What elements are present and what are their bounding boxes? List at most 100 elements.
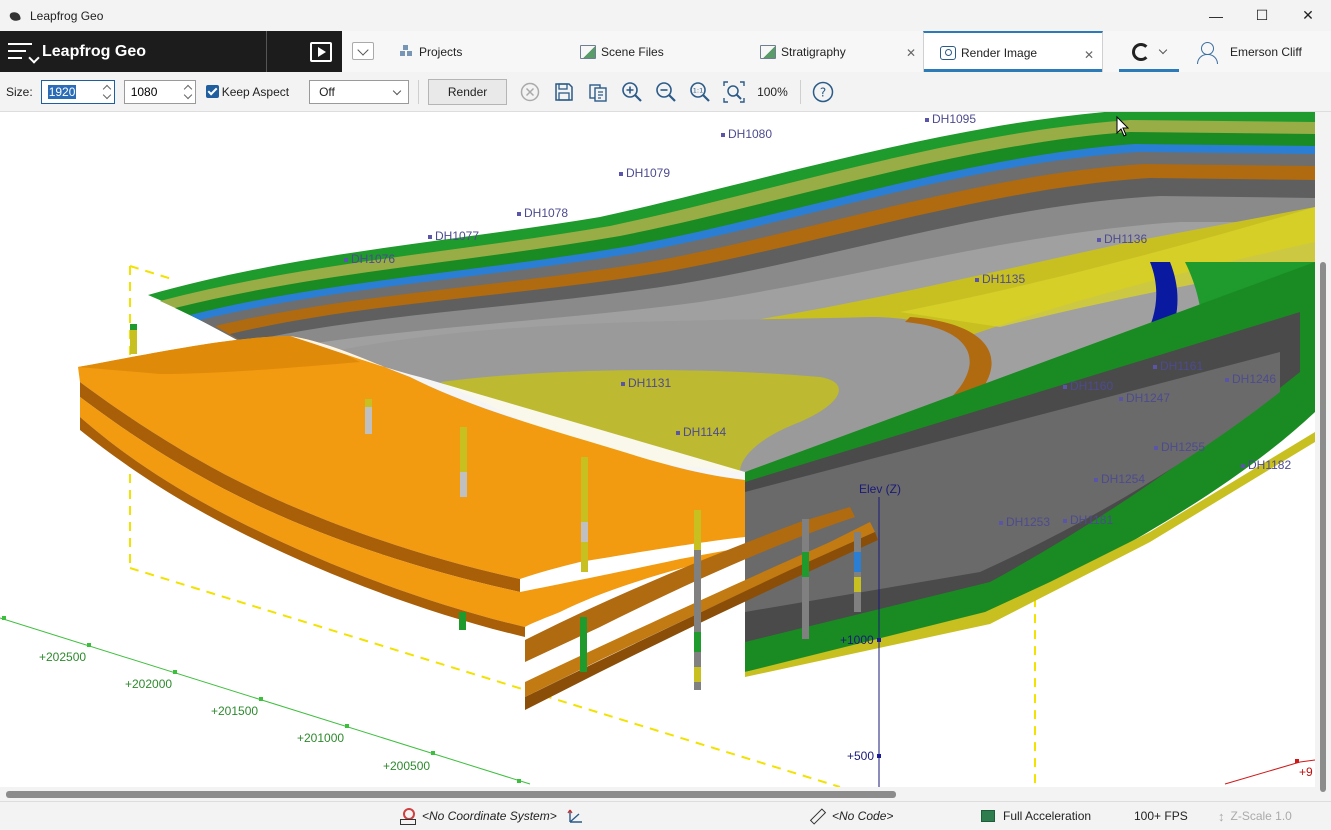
drillhole-label[interactable]: DH1254: [1094, 472, 1145, 486]
seequent-logo-icon: [1132, 42, 1150, 61]
geological-scene[interactable]: [0, 112, 1315, 787]
coordinate-system-status[interactable]: <No Coordinate System>: [400, 802, 557, 830]
drillhole-label[interactable]: DH1161: [1153, 359, 1203, 373]
drillhole-label[interactable]: DH1182: [1241, 458, 1291, 472]
keep-aspect-checkbox[interactable]: [205, 85, 219, 98]
close-tab-icon[interactable]: ✕: [906, 46, 916, 60]
close-tab-icon[interactable]: ✕: [1084, 48, 1094, 62]
brand-label: Leapfrog Geo: [42, 42, 147, 60]
zoom-fit-button[interactable]: [717, 77, 751, 107]
maximize-button[interactable]: ☐: [1239, 0, 1285, 31]
cancel-circle-icon: [520, 82, 540, 101]
seequent-menu-button[interactable]: [1119, 31, 1179, 72]
cubes-icon: [398, 44, 414, 59]
height-input[interactable]: [130, 84, 183, 99]
render-viewport[interactable]: DH1095 DH1080 DH1079 DH1078 DH1077 DH107…: [0, 112, 1315, 787]
scroll-thumb[interactable]: [6, 791, 896, 798]
tab-label: Scene Files: [601, 44, 664, 59]
separator: [799, 79, 801, 104]
title-bar: Leapfrog Geo — ☐ ✕: [0, 0, 1331, 31]
copy-icon: [589, 83, 607, 102]
copy-image-button[interactable]: [581, 77, 615, 107]
pencil-icon: [810, 809, 824, 823]
drillhole-label[interactable]: DH1079: [619, 166, 670, 180]
tab-list-dropdown[interactable]: [352, 42, 374, 60]
user-account[interactable]: Emerson Cliff: [1196, 31, 1302, 72]
zscale-status[interactable]: ↕ Z-Scale 1.0: [1218, 802, 1292, 830]
cancel-render-button[interactable]: [513, 77, 547, 107]
acceleration-status: Full Acceleration: [981, 802, 1091, 830]
hamburger-menu-icon[interactable]: [8, 40, 40, 64]
close-button[interactable]: ✕: [1285, 0, 1331, 31]
axes-button[interactable]: [567, 802, 585, 830]
svg-text:?: ?: [820, 85, 826, 99]
tab-stratigraphy[interactable]: Stratigraphy ✕: [760, 31, 920, 72]
chevron-down-icon: [1158, 45, 1168, 54]
drillhole-label[interactable]: DH1181: [1063, 513, 1113, 527]
drillhole-label[interactable]: DH1076: [344, 252, 395, 266]
drillhole-label[interactable]: DH1246: [1225, 372, 1276, 386]
edge-coordinate-label: +9: [1299, 765, 1313, 779]
play-icon[interactable]: [309, 41, 332, 62]
code-status[interactable]: <No Code>: [810, 802, 893, 830]
drillhole-label[interactable]: DH1136: [1097, 232, 1147, 246]
drillhole-label[interactable]: DH1144: [676, 425, 726, 439]
grid-label: +202500: [39, 650, 87, 664]
grid-label: +201500: [211, 704, 259, 718]
elevation-tick-label: +1000: [840, 633, 874, 647]
width-value[interactable]: 1920: [47, 84, 77, 99]
zoom-out-button[interactable]: [649, 77, 683, 107]
elevation-axis-title: Elev (Z): [859, 482, 901, 496]
app-logo-icon: [9, 9, 23, 23]
elevation-tick-label: +500: [847, 749, 875, 763]
drillhole-label[interactable]: DH1095: [925, 112, 976, 126]
drillhole-label[interactable]: DH1077: [428, 229, 479, 243]
drillhole-label[interactable]: DH1131: [621, 376, 671, 390]
spin-arrows-icon[interactable]: [103, 83, 111, 101]
vertical-scrollbar[interactable]: [1315, 112, 1331, 792]
tab-render-image[interactable]: Render Image ✕: [923, 31, 1103, 72]
scroll-thumb[interactable]: [1320, 262, 1326, 792]
drillhole-label[interactable]: DH1135: [975, 272, 1025, 286]
drillhole-label[interactable]: DH1160: [1063, 379, 1113, 393]
horizontal-scrollbar[interactable]: [0, 787, 1315, 801]
width-spinbox[interactable]: 1920: [40, 79, 115, 104]
mode-value: Off: [319, 84, 335, 99]
zscale-label: Z-Scale 1.0: [1230, 809, 1292, 823]
drillhole-label[interactable]: DH1255: [1154, 440, 1205, 454]
zoom-in-button[interactable]: [615, 77, 649, 107]
render-button[interactable]: Render: [428, 78, 508, 105]
image-icon: [580, 44, 596, 59]
map-pin-icon: [400, 808, 416, 825]
help-button[interactable]: ?: [810, 77, 836, 107]
size-label: Size:: [6, 84, 33, 99]
user-icon: [1196, 40, 1218, 64]
tab-scene-files[interactable]: Scene Files: [580, 31, 740, 72]
zoom-actual-size-button[interactable]: 1:1: [683, 77, 717, 107]
window-title: Leapfrog Geo: [30, 8, 104, 23]
tab-bar: Leapfrog Geo Projects Scene Files Strati…: [0, 31, 1331, 72]
vertical-arrows-icon: ↕: [1218, 808, 1225, 824]
height-spinbox[interactable]: [123, 79, 196, 104]
keep-aspect-label[interactable]: Keep Aspect: [222, 85, 289, 99]
drillhole-label[interactable]: DH1253: [999, 515, 1050, 529]
zoom-actual-size-icon: 1:1: [690, 81, 710, 102]
tab-label: Projects: [419, 44, 463, 59]
minimize-button[interactable]: —: [1193, 0, 1239, 31]
grid-label: +202000: [125, 677, 173, 691]
zoom-fit-icon: [723, 80, 745, 103]
main-menu[interactable]: Leapfrog Geo: [0, 31, 266, 72]
status-bar: <No Coordinate System> <No Code> Full Ac…: [0, 801, 1331, 830]
spin-arrows-icon[interactable]: [184, 83, 192, 101]
drillhole-label[interactable]: DH1247: [1119, 391, 1170, 405]
coordinate-system-label: <No Coordinate System>: [422, 809, 557, 823]
scene-play-area: [266, 31, 342, 72]
save-image-button[interactable]: [547, 77, 581, 107]
tab-projects[interactable]: Projects: [398, 31, 548, 72]
monitor-icon: [981, 810, 995, 822]
zoom-level: 100%: [757, 84, 788, 99]
mode-select[interactable]: Off: [309, 79, 410, 104]
drillhole-label[interactable]: DH1078: [517, 206, 568, 220]
drillhole-label[interactable]: DH1080: [721, 127, 772, 141]
zoom-out-icon: [656, 81, 676, 102]
